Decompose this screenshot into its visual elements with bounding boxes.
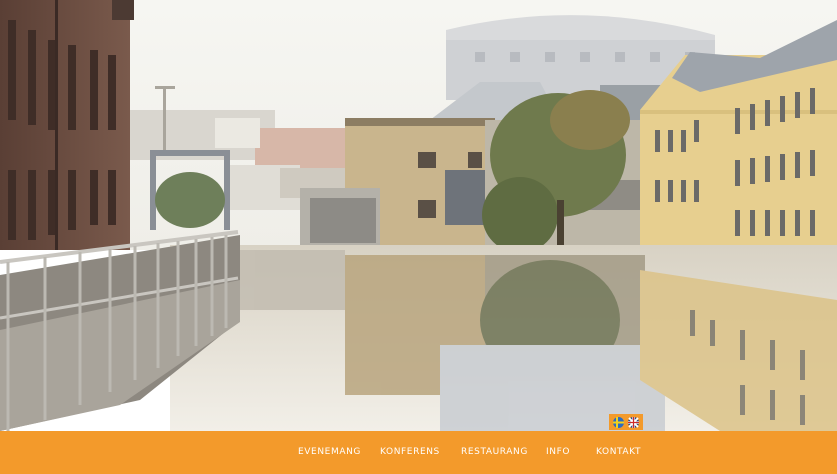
hero-photo: [0, 0, 837, 431]
trees-left: [155, 172, 225, 228]
brick-building: [0, 0, 134, 250]
nav-item-kontakt[interactable]: KONTAKT: [596, 447, 641, 457]
nav-item-restaurang[interactable]: RESTAURANG: [461, 447, 528, 457]
british-flag-icon[interactable]: [628, 416, 639, 428]
main-navigation: EVENEMANG KONFERENS RESTAURANG INFO KONT…: [0, 431, 837, 474]
nav-item-info[interactable]: INFO: [546, 447, 570, 457]
page: EVENEMANG KONFERENS RESTAURANG INFO KONT…: [0, 0, 837, 474]
nav-item-konferens[interactable]: KONFERENS: [380, 447, 440, 457]
language-switcher: [609, 414, 643, 430]
swedish-flag-icon[interactable]: [613, 416, 624, 428]
nav-item-evenemang[interactable]: EVENEMANG: [298, 447, 361, 457]
